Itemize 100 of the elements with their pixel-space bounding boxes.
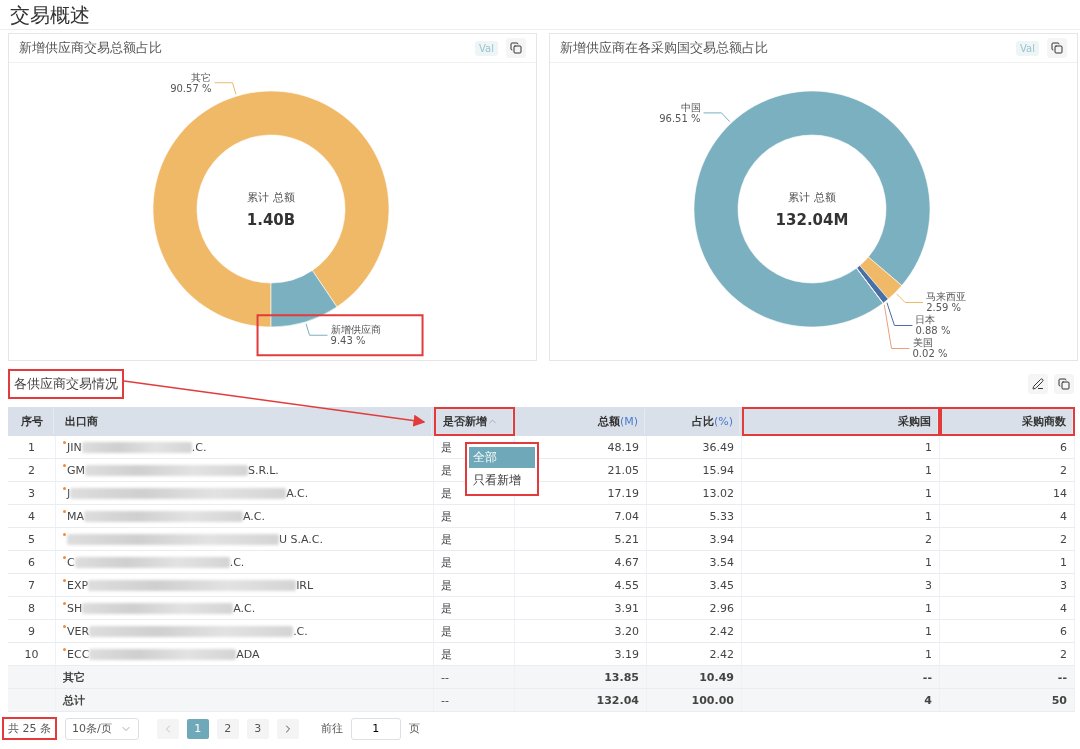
page-button[interactable]: 3 — [246, 718, 269, 739]
chart-title: 新增供应商在各采购国交易总额占比 — [560, 39, 769, 57]
section-title: 各供应商交易情况 — [8, 369, 124, 399]
exporter-name: MA — [67, 509, 84, 523]
leader-line — [703, 112, 731, 123]
slice-percent: 2.59 % — [926, 302, 962, 314]
goto-input[interactable]: 1 — [350, 717, 401, 740]
table-cell: 100.00 — [647, 689, 742, 711]
table-cell: 1 — [742, 597, 940, 619]
table-cell: 总计 — [56, 689, 434, 711]
table-cell: 6 — [8, 551, 56, 573]
exporter-name: JIN — [67, 440, 82, 454]
table-cell: 3 — [8, 482, 56, 504]
goto-label: 前往 — [320, 721, 343, 736]
prev-page-button[interactable] — [156, 718, 179, 739]
table-cell: 132.04 — [515, 689, 647, 711]
slice-label: 中国 — [680, 101, 701, 113]
copy-icon[interactable] — [1054, 374, 1074, 394]
table-cell: 2 — [940, 459, 1075, 481]
table-cell: 1 — [940, 551, 1075, 573]
table-cell: 3.19 — [515, 643, 647, 665]
table-cell: 7.04 — [515, 505, 647, 527]
page-suffix: 页 — [408, 721, 420, 736]
exporter-name: .C. — [229, 555, 245, 569]
total-count: 共 25 条 — [2, 717, 57, 740]
table-cell: 9 — [8, 620, 56, 642]
table-cell: 7 — [8, 574, 56, 596]
table-cell: 是 — [434, 505, 515, 527]
edit-icon[interactable] — [1028, 374, 1048, 394]
column-header[interactable]: 序号 — [8, 407, 56, 436]
table-cell: 2 — [940, 643, 1075, 665]
center-value: 1.40B — [246, 211, 296, 229]
table-cell: 1 — [742, 482, 940, 504]
table-cell: 6 — [940, 436, 1075, 458]
table-cell: 15.94 — [647, 459, 742, 481]
table-cell: 1 — [742, 459, 940, 481]
table-cell: 5.33 — [647, 505, 742, 527]
slice-label: 其它 — [191, 71, 212, 83]
table-cell: 4 — [8, 505, 56, 527]
exporter-name: ADA — [236, 647, 260, 661]
table-cell: 是 — [434, 528, 515, 550]
copy-icon[interactable] — [1047, 38, 1067, 58]
table-cell: 3.45 — [647, 574, 742, 596]
exporter-name: GM — [67, 463, 85, 477]
table-cell: 2 — [8, 459, 56, 481]
column-header[interactable]: 采购国 — [742, 407, 940, 436]
exporter-name: C — [67, 555, 75, 569]
table-cell: 3 — [940, 574, 1075, 596]
table-cell: 3.20 — [515, 620, 647, 642]
table-cell: 4 — [940, 597, 1075, 619]
table-cell: -- — [434, 666, 515, 688]
chart-title: 新增供应商交易总额占比 — [19, 39, 163, 57]
table-cell: 3 — [742, 574, 940, 596]
page-size-select[interactable]: 10条/页 — [65, 717, 139, 740]
table-cell: 1 — [8, 436, 56, 458]
table-cell: 3.94 — [647, 528, 742, 550]
table-cell: 是 — [434, 574, 515, 596]
slice-label: 美国 — [912, 337, 933, 349]
table-cell: 1 — [742, 620, 940, 642]
next-page-button[interactable] — [276, 718, 299, 739]
table-cell: 3.54 — [647, 551, 742, 573]
exporter-name: .C. — [191, 440, 207, 454]
table-cell: 1 — [742, 505, 940, 527]
column-header[interactable]: 占比(%) — [647, 407, 742, 436]
table-cell: 2.42 — [647, 643, 742, 665]
exporter-name: A.C. — [243, 509, 266, 523]
table-cell: 其它 — [56, 666, 434, 688]
exporter-name: IRL — [296, 578, 314, 592]
table-cell: 10 — [8, 643, 56, 665]
table-cell: 4 — [742, 689, 940, 711]
table-cell: 14 — [940, 482, 1075, 504]
table-cell: 3.91 — [515, 597, 647, 619]
slice-percent: 9.43 % — [330, 335, 366, 347]
table-cell: 8 — [8, 597, 56, 619]
table-cell: 6 — [940, 620, 1075, 642]
table-cell: 1 — [742, 436, 940, 458]
table-cell: 13.85 — [515, 666, 647, 688]
center-label: 累计 总额 — [247, 191, 295, 204]
table-cell: 2 — [742, 528, 940, 550]
slice-label: 马来西亚 — [926, 291, 967, 303]
exporter-name: .C. — [293, 624, 308, 638]
exporter-name: U S.A.C. — [279, 532, 324, 546]
page-title: 交易概述 — [0, 0, 1080, 30]
slice-percent: 90.57 % — [170, 82, 212, 94]
slice-label: 新增供应商 — [330, 324, 381, 336]
exporter-name: ECC — [67, 647, 90, 661]
table-cell: 10.49 — [647, 666, 742, 688]
page-button[interactable]: 2 — [216, 718, 239, 739]
copy-icon[interactable] — [506, 38, 526, 58]
column-header[interactable]: 出口商 — [56, 407, 434, 436]
column-header[interactable]: 采购商数 — [940, 407, 1075, 436]
column-header[interactable]: 总额(M) — [515, 407, 647, 436]
table-cell: 1 — [742, 551, 940, 573]
exporter-name: EXP — [67, 578, 89, 592]
table-cell: 4.67 — [515, 551, 647, 573]
column-header[interactable]: 是否新增 — [434, 407, 515, 436]
table-cell: 13.02 — [647, 482, 742, 504]
exporter-name: S.R.L. — [248, 463, 279, 477]
slice-percent: 96.51 % — [659, 112, 701, 124]
slice-percent: 0.88 % — [915, 325, 951, 337]
